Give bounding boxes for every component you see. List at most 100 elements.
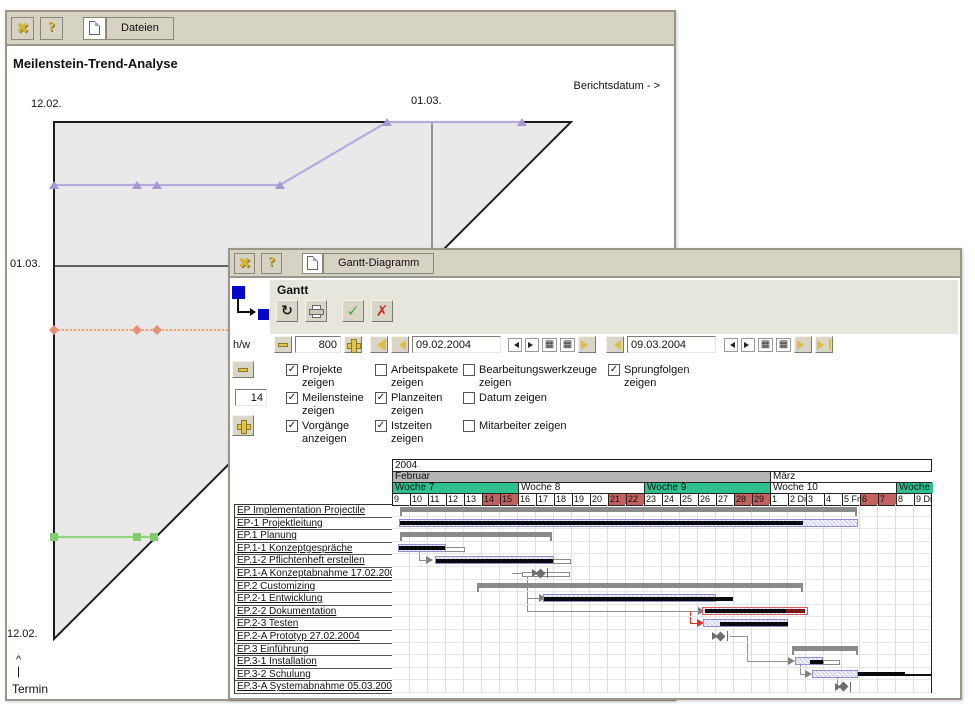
task-label[interactable]: EP.1-2 Pflichtenheft erstellen (235, 555, 392, 568)
bar-outline[interactable] (553, 559, 571, 564)
cancel-button[interactable]: ✗ (371, 300, 393, 322)
end-calendar-today-button[interactable]: ▦ (776, 338, 791, 352)
jump-start-button[interactable] (370, 336, 388, 353)
end-day-forward-button[interactable] (741, 338, 755, 352)
task-label[interactable]: EP.3-1 Installation (235, 656, 392, 669)
task-label[interactable]: EP.3-2 Schulung (235, 669, 392, 682)
start-calendar-today-button[interactable]: ▦ (560, 338, 575, 352)
checkbox[interactable]: ✓ (608, 364, 620, 376)
end-back-button[interactable] (606, 336, 624, 353)
bar-arrow[interactable] (788, 657, 795, 665)
checkbox[interactable]: ✓ (286, 392, 298, 404)
dateien-button[interactable]: Dateien (106, 17, 174, 40)
checkbox[interactable]: ✓ (286, 420, 298, 432)
bar-arrow[interactable] (805, 670, 812, 678)
start-forward-button[interactable] (578, 336, 596, 353)
bar-line[interactable] (905, 674, 931, 676)
bar-black[interactable] (400, 521, 803, 525)
row-height-decrease-button[interactable] (232, 361, 254, 378)
checkbox[interactable]: ✓ (375, 392, 387, 404)
task-label[interactable]: EP-1 Projektleitung (235, 518, 392, 531)
bar-black[interactable] (544, 597, 733, 601)
gantt-diagramm-button[interactable]: Gantt-Diagramm (323, 253, 434, 274)
start-day-back-button[interactable] (508, 338, 522, 352)
end-day-back-button[interactable] (724, 338, 738, 352)
document-button[interactable] (302, 253, 323, 274)
bar-black[interactable] (705, 609, 786, 613)
checkbox[interactable] (463, 364, 475, 376)
end-forward-button[interactable] (794, 336, 812, 353)
bar-outline[interactable] (445, 547, 465, 552)
bar-summary[interactable] (792, 646, 858, 651)
task-label[interactable]: EP.1-A Konzeptabnahme 17.02.2004 (235, 568, 392, 581)
width-decrease-button[interactable] (274, 336, 292, 353)
bar-arrow[interactable] (426, 556, 433, 564)
checkbox-item: ✓Meilensteine zeigen (286, 392, 370, 418)
milestone-icon[interactable] (712, 631, 728, 641)
checkbox-item: ✓Istzeiten zeigen (375, 420, 463, 446)
bar-summary[interactable] (477, 583, 803, 588)
bar-plan[interactable] (812, 670, 858, 678)
task-label[interactable]: EP.2-1 Entwicklung (235, 593, 392, 606)
start-date-input[interactable] (412, 336, 501, 353)
task-label[interactable]: EP.1 Planung (235, 530, 392, 543)
task-label[interactable]: EP.1-1 Konzeptgespräche (235, 543, 392, 556)
milestone-icon[interactable] (835, 682, 851, 692)
checkbox-item: Arbeitspakete zeigen (375, 364, 463, 390)
task-label[interactable]: EP.2-A Prototyp 27.02.2004 (235, 631, 392, 644)
gantt-toolbar: ✖ ? Gantt-Diagramm (230, 250, 960, 278)
help-button[interactable]: ? (261, 253, 282, 274)
checkbox[interactable] (375, 364, 387, 376)
arrow-left-icon (394, 340, 406, 350)
bar-outline[interactable] (823, 660, 840, 665)
end-date-input[interactable] (627, 336, 716, 353)
bar-black[interactable] (436, 559, 553, 563)
triangle-right-icon (528, 342, 536, 348)
bar-summary[interactable] (400, 532, 552, 537)
width-increase-button[interactable] (344, 336, 362, 353)
refresh-button[interactable]: ↻ (276, 300, 298, 322)
close-button[interactable]: ✖ (11, 17, 34, 40)
printer-icon (309, 305, 324, 318)
checkbox-item: Mitarbeiter zeigen (463, 420, 611, 433)
milestone-icon[interactable] (532, 568, 548, 578)
task-label[interactable]: EP Implementation Projectile (235, 505, 392, 518)
bar-black[interactable] (786, 609, 805, 613)
task-label[interactable]: EP.2-3 Testen (235, 618, 392, 631)
jump-end-button[interactable] (815, 336, 833, 353)
gantt-window: ✖ ? Gantt-Diagramm Gantt ↻ ✓ ✗ h/w ▦ (228, 248, 962, 700)
bar-black[interactable] (858, 672, 905, 676)
calendar-icon: ▦ (779, 340, 788, 350)
start-calendar-button[interactable]: ▦ (542, 338, 557, 352)
task-label[interactable]: EP.2-2 Dokumentation (235, 606, 392, 619)
task-label[interactable]: EP.2 Customizing (235, 581, 392, 594)
year-cell: 2004 (393, 460, 933, 471)
checkbox[interactable] (463, 420, 475, 432)
arrow-right-icon (581, 340, 593, 350)
checkbox[interactable]: ✓ (286, 364, 298, 376)
arrow-first-icon (372, 340, 384, 350)
plus-icon (347, 339, 359, 351)
start-day-forward-button[interactable] (525, 338, 539, 352)
document-button[interactable] (83, 17, 106, 40)
bar-black[interactable] (810, 660, 823, 664)
bar-black[interactable] (720, 622, 788, 626)
week-row: Woche 7Woche 8Woche 9Woche 10Woche 1 (393, 483, 931, 494)
task-label[interactable]: EP.3 Einführung (235, 644, 392, 657)
bar-summary[interactable] (400, 507, 857, 512)
axis-tick-label: 12.02. (7, 628, 38, 640)
checkbox-label: Datum zeigen (479, 392, 611, 405)
row-height-increase-button[interactable] (232, 415, 254, 436)
width-input[interactable] (295, 336, 341, 353)
bar-black[interactable] (399, 546, 445, 550)
checkbox[interactable] (463, 392, 475, 404)
row-height-input[interactable] (235, 389, 267, 406)
task-label[interactable]: EP.3-A Systemabnahme 05.03.2004 (235, 681, 392, 694)
apply-button[interactable]: ✓ (342, 300, 364, 322)
end-calendar-button[interactable]: ▦ (758, 338, 773, 352)
start-back-button[interactable] (391, 336, 409, 353)
print-button[interactable] (305, 300, 327, 322)
checkbox[interactable]: ✓ (375, 420, 387, 432)
help-button[interactable]: ? (40, 17, 63, 40)
close-button[interactable]: ✖ (234, 253, 255, 274)
